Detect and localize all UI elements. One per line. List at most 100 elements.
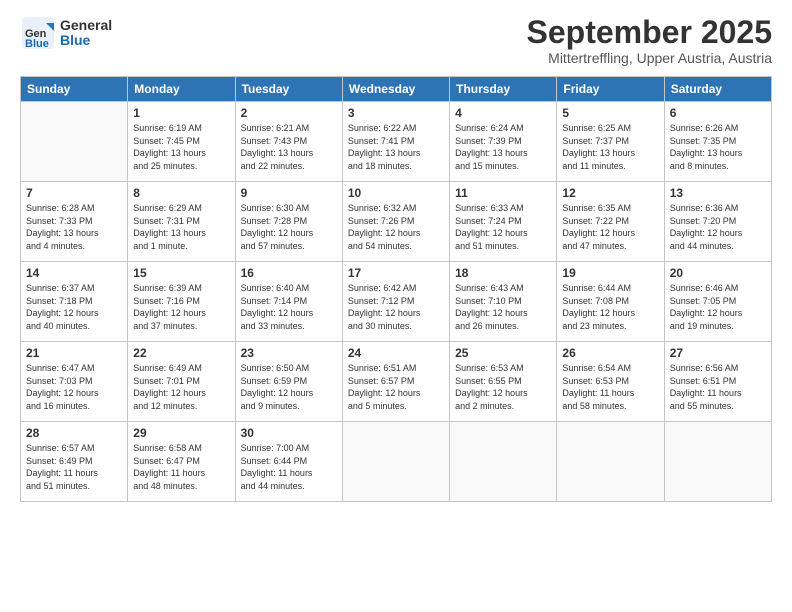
table-row: 25 Sunrise: 6:53 AMSunset: 6:55 PMDayligh… xyxy=(450,342,557,422)
day-number: 20 xyxy=(670,266,766,280)
day-info: Sunrise: 6:30 AMSunset: 7:28 PMDaylight:… xyxy=(241,202,337,252)
title-section: September 2025 Mittertreffling, Upper Au… xyxy=(527,15,772,66)
day-info: Sunrise: 6:19 AMSunset: 7:45 PMDaylight:… xyxy=(133,122,229,172)
table-row: 13 Sunrise: 6:36 AMSunset: 7:20 PMDayligh… xyxy=(664,182,771,262)
day-number: 27 xyxy=(670,346,766,360)
table-row: 12Sunrise: 6:35 AMSunset: 7:22 PMDayligh… xyxy=(557,182,664,262)
day-number: 11 xyxy=(455,186,551,200)
table-row: 6Sunrise: 6:26 AMSunset: 7:35 PMDaylight… xyxy=(664,102,771,182)
col-thursday: Thursday xyxy=(450,77,557,102)
table-row: 20 Sunrise: 6:46 AMSunset: 7:05 PMDayligh… xyxy=(664,262,771,342)
day-info: Sunrise: 6:42 AMSunset: 7:12 PMDaylight:… xyxy=(348,282,444,332)
logo-icon: Gen Blue xyxy=(20,15,56,51)
table-row: 21 Sunrise: 6:47 AMSunset: 7:03 PMDayligh… xyxy=(21,342,128,422)
logo-blue: Blue xyxy=(60,33,112,48)
page-header: Gen Blue General Blue September 2025 Mit… xyxy=(20,15,772,66)
day-info: Sunrise: 6:24 AMSunset: 7:39 PMDaylight:… xyxy=(455,122,551,172)
day-number: 6 xyxy=(670,106,766,120)
day-info: Sunrise: 6:57 AMSunset: 6:49 PMDaylight:… xyxy=(26,442,122,492)
col-sunday: Sunday xyxy=(21,77,128,102)
day-number: 14 xyxy=(26,266,122,280)
day-info: Sunrise: 6:33 AMSunset: 7:24 PMDaylight:… xyxy=(455,202,551,252)
day-info: Sunrise: 6:43 AMSunset: 7:10 PMDaylight:… xyxy=(455,282,551,332)
table-row: 4Sunrise: 6:24 AMSunset: 7:39 PMDaylight… xyxy=(450,102,557,182)
day-number: 30 xyxy=(241,426,337,440)
calendar-week-row: 1 Sunrise: 6:19 AMSunset: 7:45 PMDaylight… xyxy=(21,102,772,182)
day-info: Sunrise: 6:22 AMSunset: 7:41 PMDaylight:… xyxy=(348,122,444,172)
col-saturday: Saturday xyxy=(664,77,771,102)
calendar-week-row: 14Sunrise: 6:37 AMSunset: 7:18 PMDayligh… xyxy=(21,262,772,342)
table-row: 5 Sunrise: 6:25 AMSunset: 7:37 PMDaylight… xyxy=(557,102,664,182)
day-info: Sunrise: 6:50 AMSunset: 6:59 PMDaylight:… xyxy=(241,362,337,412)
day-info: Sunrise: 6:35 AMSunset: 7:22 PMDaylight:… xyxy=(562,202,658,252)
day-info: Sunrise: 6:29 AMSunset: 7:31 PMDaylight:… xyxy=(133,202,229,252)
day-number: 22 xyxy=(133,346,229,360)
calendar-table: Sunday Monday Tuesday Wednesday Thursday… xyxy=(20,76,772,502)
day-number: 19 xyxy=(562,266,658,280)
table-row: 14Sunrise: 6:37 AMSunset: 7:18 PMDayligh… xyxy=(21,262,128,342)
table-row: 8 Sunrise: 6:29 AMSunset: 7:31 PMDaylight… xyxy=(128,182,235,262)
table-row: 9Sunrise: 6:30 AMSunset: 7:28 PMDaylight… xyxy=(235,182,342,262)
day-number: 18 xyxy=(455,266,551,280)
day-number: 26 xyxy=(562,346,658,360)
day-info: Sunrise: 6:36 AMSunset: 7:20 PMDaylight:… xyxy=(670,202,766,252)
table-row: 24Sunrise: 6:51 AMSunset: 6:57 PMDayligh… xyxy=(342,342,449,422)
table-row xyxy=(21,102,128,182)
table-row: 29 Sunrise: 6:58 AMSunset: 6:47 PMDayligh… xyxy=(128,422,235,502)
table-row: 30Sunrise: 7:00 AMSunset: 6:44 PMDayligh… xyxy=(235,422,342,502)
table-row xyxy=(664,422,771,502)
day-info: Sunrise: 6:46 AMSunset: 7:05 PMDaylight:… xyxy=(670,282,766,332)
table-row: 19 Sunrise: 6:44 AMSunset: 7:08 PMDayligh… xyxy=(557,262,664,342)
day-number: 21 xyxy=(26,346,122,360)
day-number: 7 xyxy=(26,186,122,200)
day-number: 23 xyxy=(241,346,337,360)
table-row xyxy=(557,422,664,502)
table-row: 18 Sunrise: 6:43 AMSunset: 7:10 PMDayligh… xyxy=(450,262,557,342)
location-subtitle: Mittertreffling, Upper Austria, Austria xyxy=(527,50,772,66)
day-number: 2 xyxy=(241,106,337,120)
table-row: 1 Sunrise: 6:19 AMSunset: 7:45 PMDaylight… xyxy=(128,102,235,182)
table-row: 2 Sunrise: 6:21 AMSunset: 7:43 PMDaylight… xyxy=(235,102,342,182)
calendar-header-row: Sunday Monday Tuesday Wednesday Thursday… xyxy=(21,77,772,102)
day-info: Sunrise: 6:53 AMSunset: 6:55 PMDaylight:… xyxy=(455,362,551,412)
table-row: 26 Sunrise: 6:54 AMSunset: 6:53 PMDayligh… xyxy=(557,342,664,422)
calendar-week-row: 7 Sunrise: 6:28 AMSunset: 7:33 PMDaylight… xyxy=(21,182,772,262)
col-friday: Friday xyxy=(557,77,664,102)
day-number: 28 xyxy=(26,426,122,440)
table-row: 7 Sunrise: 6:28 AMSunset: 7:33 PMDaylight… xyxy=(21,182,128,262)
day-info: Sunrise: 6:28 AMSunset: 7:33 PMDaylight:… xyxy=(26,202,122,252)
calendar-week-row: 28 Sunrise: 6:57 AMSunset: 6:49 PMDayligh… xyxy=(21,422,772,502)
day-number: 8 xyxy=(133,186,229,200)
day-number: 3 xyxy=(348,106,444,120)
day-number: 25 xyxy=(455,346,551,360)
table-row xyxy=(342,422,449,502)
logo: Gen Blue General Blue xyxy=(20,15,112,51)
day-number: 1 xyxy=(133,106,229,120)
day-number: 5 xyxy=(562,106,658,120)
day-number: 16 xyxy=(241,266,337,280)
table-row xyxy=(450,422,557,502)
logo-general: General xyxy=(60,18,112,33)
day-number: 15 xyxy=(133,266,229,280)
day-info: Sunrise: 6:58 AMSunset: 6:47 PMDaylight:… xyxy=(133,442,229,492)
table-row: 23 Sunrise: 6:50 AMSunset: 6:59 PMDayligh… xyxy=(235,342,342,422)
day-info: Sunrise: 6:56 AMSunset: 6:51 PMDaylight:… xyxy=(670,362,766,412)
day-info: Sunrise: 6:47 AMSunset: 7:03 PMDaylight:… xyxy=(26,362,122,412)
day-number: 29 xyxy=(133,426,229,440)
day-number: 24 xyxy=(348,346,444,360)
table-row: 28 Sunrise: 6:57 AMSunset: 6:49 PMDayligh… xyxy=(21,422,128,502)
day-info: Sunrise: 6:54 AMSunset: 6:53 PMDaylight:… xyxy=(562,362,658,412)
calendar-week-row: 21 Sunrise: 6:47 AMSunset: 7:03 PMDayligh… xyxy=(21,342,772,422)
col-tuesday: Tuesday xyxy=(235,77,342,102)
table-row: 17Sunrise: 6:42 AMSunset: 7:12 PMDayligh… xyxy=(342,262,449,342)
day-info: Sunrise: 6:44 AMSunset: 7:08 PMDaylight:… xyxy=(562,282,658,332)
col-monday: Monday xyxy=(128,77,235,102)
table-row: 27 Sunrise: 6:56 AMSunset: 6:51 PMDayligh… xyxy=(664,342,771,422)
table-row: 16Sunrise: 6:40 AMSunset: 7:14 PMDayligh… xyxy=(235,262,342,342)
day-info: Sunrise: 6:39 AMSunset: 7:16 PMDaylight:… xyxy=(133,282,229,332)
day-info: Sunrise: 6:21 AMSunset: 7:43 PMDaylight:… xyxy=(241,122,337,172)
svg-text:Blue: Blue xyxy=(25,38,49,50)
day-number: 13 xyxy=(670,186,766,200)
day-info: Sunrise: 6:25 AMSunset: 7:37 PMDaylight:… xyxy=(562,122,658,172)
day-number: 10 xyxy=(348,186,444,200)
